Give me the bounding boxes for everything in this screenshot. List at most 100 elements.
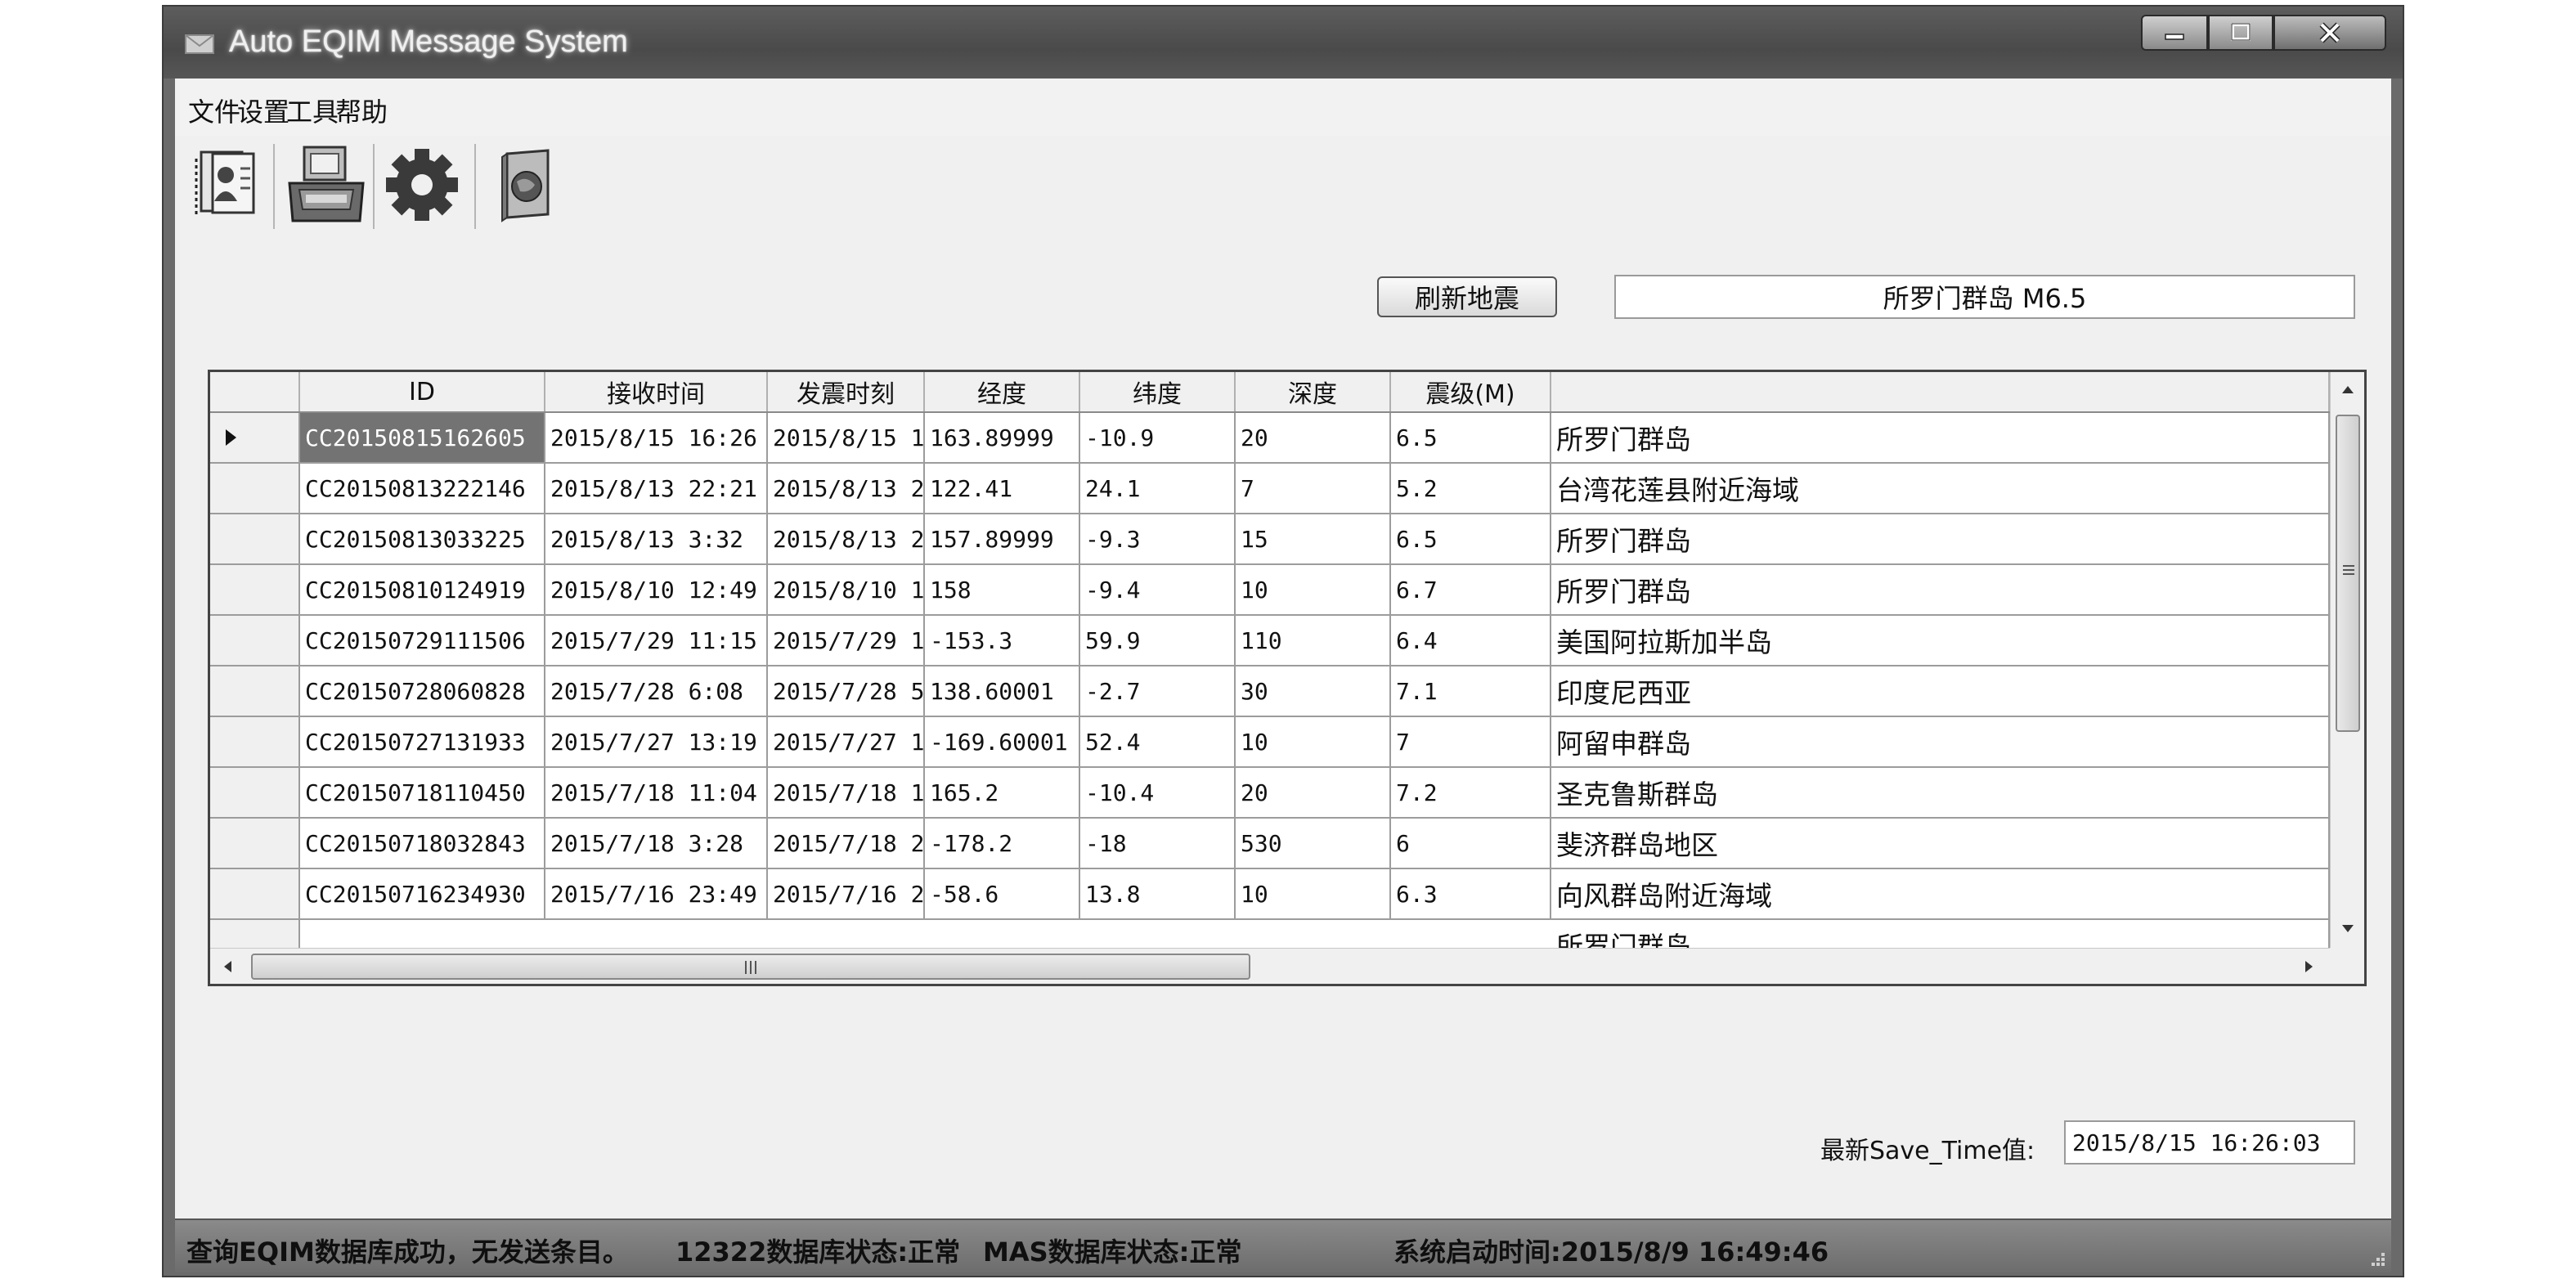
row-header[interactable] bbox=[210, 514, 300, 563]
row-header[interactable] bbox=[210, 717, 300, 766]
cell-depth[interactable]: 110 bbox=[1236, 616, 1391, 665]
cell-origin[interactable]: 2015/7/27 12:49 bbox=[768, 717, 925, 766]
vertical-scroll-thumb[interactable] bbox=[2336, 415, 2360, 732]
save-time-field[interactable]: 2015/8/15 16:26:03 bbox=[2064, 1120, 2355, 1165]
cell-mag[interactable]: 7.1 bbox=[1391, 666, 1551, 716]
cell-mag[interactable]: 6.5 bbox=[1391, 514, 1551, 563]
cell-depth[interactable]: 10 bbox=[1236, 869, 1391, 918]
table-row[interactable]: CC20150716234930 2015/7/16 23:49 2015/7/16… bbox=[210, 869, 2330, 920]
cell-id[interactable]: CC20150810124919 bbox=[300, 565, 545, 614]
cell-depth[interactable]: 10 bbox=[1236, 717, 1391, 766]
table-row[interactable]: CC20150815162605 2015/8/15 16:26 2015/8/15… bbox=[210, 413, 2330, 464]
maximize-button[interactable] bbox=[2208, 15, 2273, 51]
help-book-button[interactable] bbox=[482, 136, 572, 234]
cell-loc[interactable]: 圣克鲁斯群岛 bbox=[1551, 768, 2330, 817]
cell-id[interactable]: CC20150813033225 bbox=[300, 514, 545, 563]
table-row[interactable]: CC20150729111506 2015/7/29 11:15 2015/7/29… bbox=[210, 616, 2330, 666]
cell-lon[interactable]: 158 bbox=[925, 565, 1080, 614]
table-row[interactable]: CC20150810124919 2015/8/10 12:49 2015/8/10… bbox=[210, 565, 2330, 616]
cell-loc[interactable]: 所罗门群岛 bbox=[1551, 920, 2330, 948]
column-header[interactable]: 经度 bbox=[925, 372, 1080, 411]
menu-tools[interactable]: 工具 bbox=[286, 92, 339, 129]
column-header[interactable]: ID bbox=[300, 372, 545, 411]
cell-lat[interactable]: -10.4 bbox=[1080, 768, 1236, 817]
cell-loc[interactable]: 印度尼西亚 bbox=[1551, 666, 2330, 716]
cell-origin[interactable]: 2015/7/18 2:49 bbox=[768, 819, 925, 868]
column-header[interactable] bbox=[1551, 372, 2330, 411]
cell-origin[interactable]: 2015/8/13 22:08 bbox=[768, 464, 925, 513]
row-header[interactable] bbox=[210, 869, 300, 918]
column-header[interactable]: 纬度 bbox=[1080, 372, 1236, 411]
contacts-button[interactable] bbox=[183, 136, 273, 234]
cell-lon[interactable]: 138.60001 bbox=[925, 666, 1080, 716]
column-header[interactable]: 接收时间 bbox=[545, 372, 768, 411]
column-header[interactable]: 震级(M) bbox=[1391, 372, 1551, 411]
cell-mag[interactable]: 5.2 bbox=[1391, 464, 1551, 513]
cell-loc[interactable]: 向风群岛附近海域 bbox=[1551, 869, 2330, 918]
cell-mag[interactable]: 6 bbox=[1391, 819, 1551, 868]
cell-recv[interactable]: 2015/8/15 16:26 bbox=[545, 413, 768, 462]
cell-loc[interactable]: 斐济群岛地区 bbox=[1551, 819, 2330, 868]
cell-recv[interactable]: 2015/8/13 22:21 bbox=[545, 464, 768, 513]
table-row[interactable]: CC20150813222146 2015/8/13 22:21 2015/8/13… bbox=[210, 464, 2330, 514]
cell-origin[interactable]: 2015/7/29 10:35 bbox=[768, 616, 925, 665]
cell-recv[interactable]: 2015/8/13 3:32 bbox=[545, 514, 768, 563]
cell-recv[interactable]: 2015/7/27 13:19 bbox=[545, 717, 768, 766]
cell-lat[interactable]: 59.9 bbox=[1080, 616, 1236, 665]
cell-lat[interactable]: -9.4 bbox=[1080, 565, 1236, 614]
cell-id[interactable]: CC20150729111506 bbox=[300, 616, 545, 665]
cell-lon[interactable]: 163.89999 bbox=[925, 413, 1080, 462]
cell-lat[interactable]: 24.1 bbox=[1080, 464, 1236, 513]
menu-settings[interactable]: 设置 bbox=[237, 92, 289, 129]
cell-loc[interactable]: 阿留申群岛 bbox=[1551, 717, 2330, 766]
horizontal-scrollbar[interactable] bbox=[210, 948, 2330, 984]
cell-loc[interactable]: 所罗门群岛 bbox=[1551, 514, 2330, 563]
minimize-button[interactable] bbox=[2141, 15, 2208, 51]
cell-lon[interactable]: 165.2 bbox=[925, 768, 1080, 817]
cell-depth[interactable]: 20 bbox=[1236, 413, 1391, 462]
cell-id[interactable]: CC20150718110450 bbox=[300, 768, 545, 817]
cell-id[interactable]: CC20150813222146 bbox=[300, 464, 545, 513]
refresh-earthquake-button[interactable]: 刷新地震 bbox=[1377, 276, 1557, 317]
cell-recv[interactable]: 2015/7/29 11:15 bbox=[545, 616, 768, 665]
cell-depth[interactable]: 20 bbox=[1236, 768, 1391, 817]
cell-recv[interactable]: 2015/7/16 23:49 bbox=[545, 869, 768, 918]
cell-loc[interactable]: 美国阿拉斯加半岛 bbox=[1551, 616, 2330, 665]
scroll-left-icon[interactable] bbox=[222, 959, 233, 974]
cell-recv[interactable]: 2015/7/18 3:28 bbox=[545, 819, 768, 868]
cell-mag[interactable]: 7 bbox=[1391, 717, 1551, 766]
menu-file[interactable]: 文件 bbox=[188, 92, 240, 129]
scroll-down-icon[interactable] bbox=[2340, 923, 2355, 935]
close-button[interactable] bbox=[2273, 15, 2386, 51]
latest-earthquake-field[interactable]: 所罗门群岛 M6.5 bbox=[1614, 275, 2355, 319]
cell-id[interactable]: CC20150718032843 bbox=[300, 819, 545, 868]
cell-mag[interactable]: 7.2 bbox=[1391, 768, 1551, 817]
cell-lat[interactable]: -9.3 bbox=[1080, 514, 1236, 563]
cell-lat[interactable]: -18 bbox=[1080, 819, 1236, 868]
menu-help[interactable]: 帮助 bbox=[335, 92, 388, 129]
title-bar[interactable]: Auto EQIM Message System bbox=[164, 7, 2403, 79]
table-row[interactable]: CC20150813033225 2015/8/13 3:32 2015/8/13 … bbox=[210, 514, 2330, 565]
row-header[interactable] bbox=[210, 413, 300, 462]
row-header[interactable] bbox=[210, 464, 300, 513]
cell-origin[interactable]: 2015/8/15 15:47 bbox=[768, 413, 925, 462]
vertical-scrollbar[interactable] bbox=[2330, 372, 2364, 948]
cell-lat[interactable]: 52.4 bbox=[1080, 717, 1236, 766]
scroll-right-icon[interactable] bbox=[2304, 959, 2315, 974]
cell-id[interactable]: CC20150716234930 bbox=[300, 869, 545, 918]
table-row[interactable]: CC20150728060828 2015/7/28 6:08 2015/7/28 … bbox=[210, 666, 2330, 717]
column-header[interactable]: 深度 bbox=[1236, 372, 1391, 411]
table-row[interactable]: CC20150718110450 2015/7/18 11:04 2015/7/18… bbox=[210, 768, 2330, 819]
cell-depth[interactable]: 530 bbox=[1236, 819, 1391, 868]
cell-mag[interactable]: 6.4 bbox=[1391, 616, 1551, 665]
cell-id[interactable]: CC20150815162605 bbox=[300, 413, 545, 462]
row-header[interactable] bbox=[210, 616, 300, 665]
cell-recv[interactable]: 2015/7/28 6:08 bbox=[545, 666, 768, 716]
cell-lon[interactable]: -169.60001 bbox=[925, 717, 1080, 766]
cell-recv[interactable]: 2015/8/10 12:49 bbox=[545, 565, 768, 614]
settings-button[interactable] bbox=[381, 136, 471, 234]
row-header[interactable] bbox=[210, 666, 300, 716]
cell-depth[interactable]: 7 bbox=[1236, 464, 1391, 513]
cell-lon[interactable]: -178.2 bbox=[925, 819, 1080, 868]
cell-lat[interactable]: -10.9 bbox=[1080, 413, 1236, 462]
